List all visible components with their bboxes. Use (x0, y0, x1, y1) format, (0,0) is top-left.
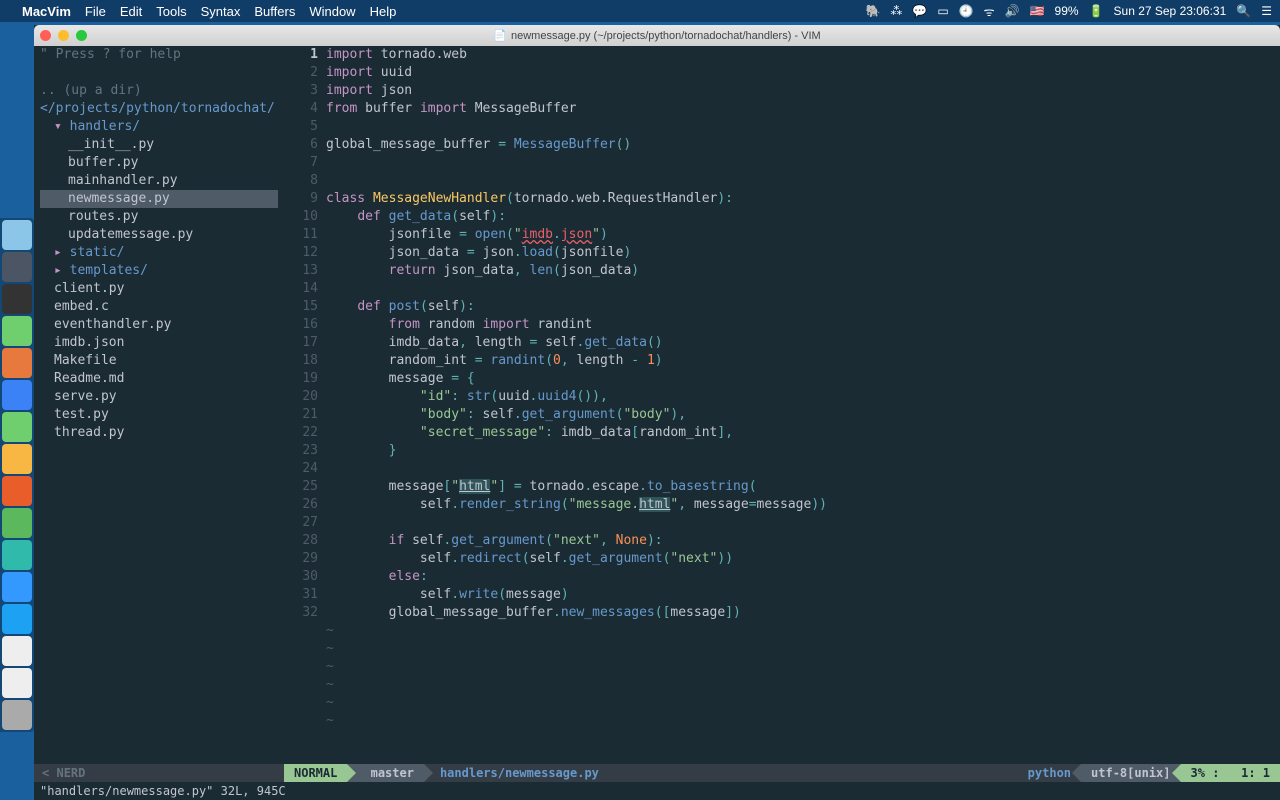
menubar-extra-icon[interactable]: ⁂ (890, 4, 902, 18)
volume-icon[interactable]: 🔊 (1005, 4, 1020, 18)
dock-app[interactable] (2, 348, 32, 378)
command-line[interactable]: "handlers/newmessage.py" 32L, 945C (34, 782, 1280, 800)
macos-menubar: MacVim File Edit Tools Syntax Buffers Wi… (0, 0, 1280, 22)
tree-item[interactable]: eventhandler.py (40, 316, 278, 334)
tree-item[interactable]: __init__.py (40, 136, 278, 154)
document-icon: 📄 (493, 29, 507, 42)
tree-item[interactable]: client.py (40, 280, 278, 298)
macvim-window: 📄 newmessage.py (~/projects/python/torna… (34, 25, 1280, 800)
tree-item[interactable]: Makefile (40, 352, 278, 370)
tree-item[interactable]: ▸ templates/ (40, 262, 278, 280)
tree-item[interactable]: ▸ static/ (40, 244, 278, 262)
tree-item[interactable]: imdb.json (40, 334, 278, 352)
window-titlebar[interactable]: 📄 newmessage.py (~/projects/python/torna… (34, 25, 1280, 46)
dock-app[interactable] (2, 700, 32, 730)
dock-app[interactable] (2, 252, 32, 282)
zoom-traffic-light[interactable] (76, 30, 87, 41)
spotlight-icon[interactable]: 🔍 (1236, 4, 1251, 18)
battery-icon[interactable]: 🔋 (1089, 4, 1104, 18)
nerdtree-updir[interactable]: .. (up a dir) (40, 82, 278, 100)
tree-item[interactable]: routes.py (40, 208, 278, 226)
mode-segment: NORMAL (284, 764, 347, 782)
tree-item[interactable]: buffer.py (40, 154, 278, 172)
nerdtree-panel[interactable]: " Press ? for help .. (up a dir) </proje… (34, 46, 284, 764)
wifi-icon[interactable]: ᯤ (984, 3, 995, 20)
dock-app[interactable] (2, 284, 32, 314)
battery-percent[interactable]: 99% (1055, 4, 1079, 18)
messages-icon[interactable]: 💬 (912, 4, 927, 18)
notification-center-icon[interactable]: ☰ (1261, 4, 1272, 18)
git-branch-segment: master (347, 764, 424, 782)
dock-app[interactable] (2, 540, 32, 570)
encoding-segment: utf-8[unix] (1081, 764, 1180, 782)
tree-item[interactable]: test.py (40, 406, 278, 424)
menu-help[interactable]: Help (370, 4, 397, 19)
menu-buffers[interactable]: Buffers (254, 4, 295, 19)
tree-item[interactable]: Readme.md (40, 370, 278, 388)
nerdtree-statusline: < NERD (34, 764, 284, 782)
dock-app[interactable] (2, 572, 32, 602)
dock-app[interactable] (2, 412, 32, 442)
dock-app[interactable] (2, 508, 32, 538)
dock-app[interactable] (2, 316, 32, 346)
minimize-traffic-light[interactable] (58, 30, 69, 41)
nerdtree-help: " Press ? for help (40, 46, 278, 64)
display-icon[interactable]: ▭ (937, 4, 948, 18)
menu-syntax[interactable]: Syntax (201, 4, 241, 19)
dock-app[interactable] (2, 668, 32, 698)
tree-item[interactable]: ▾ handlers/ (40, 118, 278, 136)
timemachine-icon[interactable]: 🕘 (959, 4, 974, 18)
dock-app[interactable] (2, 636, 32, 666)
line-number-gutter: 1234567891011121314151617181920212223242… (284, 46, 326, 764)
filename-segment: handlers/newmessage.py (424, 764, 1018, 782)
code-editor[interactable]: import tornado.webimport uuidimport json… (326, 46, 1280, 764)
position-segment: 3% : 1: 1 (1181, 764, 1280, 782)
tree-item[interactable]: mainhandler.py (40, 172, 278, 190)
tree-item[interactable]: thread.py (40, 424, 278, 442)
dock-app[interactable] (2, 444, 32, 474)
menu-tools[interactable]: Tools (156, 4, 186, 19)
clock[interactable]: Sun 27 Sep 23:06:31 (1114, 4, 1227, 18)
tree-item[interactable]: newmessage.py (40, 190, 278, 208)
window-title-text: newmessage.py (~/projects/python/tornado… (511, 30, 821, 42)
dock-app[interactable] (2, 380, 32, 410)
menu-edit[interactable]: Edit (120, 4, 142, 19)
app-name[interactable]: MacVim (22, 4, 71, 19)
dock (0, 218, 34, 732)
nerdtree-root[interactable]: </projects/python/tornadochat/ (40, 100, 278, 118)
menu-file[interactable]: File (85, 4, 106, 19)
airline-statusline: NORMAL master handlers/newmessage.py pyt… (284, 764, 1280, 782)
dock-app[interactable] (2, 604, 32, 634)
menu-window[interactable]: Window (309, 4, 355, 19)
close-traffic-light[interactable] (40, 30, 51, 41)
tree-item[interactable]: updatemessage.py (40, 226, 278, 244)
dock-app[interactable] (2, 476, 32, 506)
dock-app[interactable] (2, 220, 32, 250)
tree-item[interactable]: embed.c (40, 298, 278, 316)
evernote-icon[interactable]: 🐘 (865, 4, 880, 18)
flag-icon[interactable]: 🇺🇸 (1030, 4, 1045, 18)
tree-item[interactable]: serve.py (40, 388, 278, 406)
